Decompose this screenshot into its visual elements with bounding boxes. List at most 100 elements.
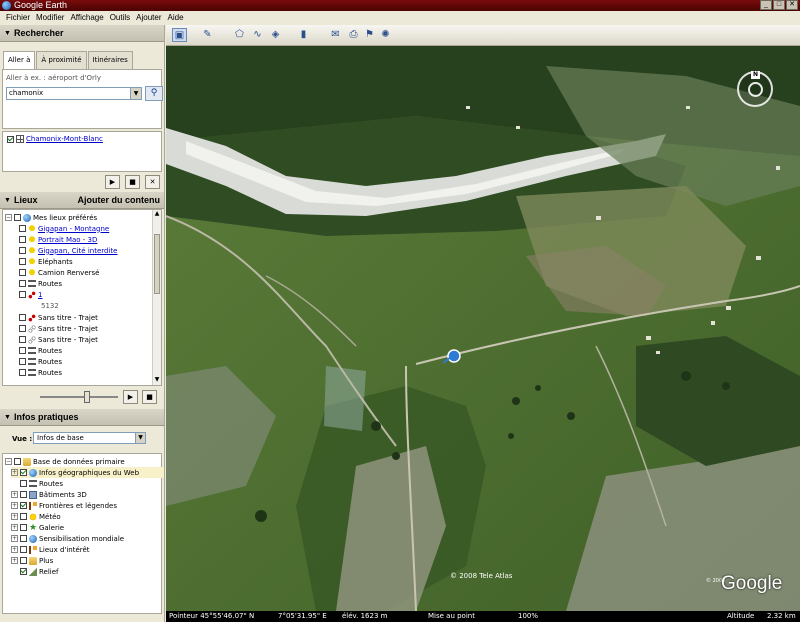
list-item[interactable]: Relief	[20, 566, 59, 577]
item-checkbox[interactable]	[19, 258, 26, 265]
result-checkbox[interactable]	[7, 135, 14, 143]
list-item[interactable]: Eléphants	[19, 256, 73, 267]
expand-icon[interactable]: +	[11, 557, 18, 564]
item-checkbox[interactable]	[19, 225, 26, 232]
menu-outils[interactable]: Outils	[107, 11, 133, 25]
list-item[interactable]: Routes	[19, 278, 62, 289]
list-item[interactable]: Routes	[19, 367, 62, 378]
result-link[interactable]: Chamonix-Mont-Blanc	[26, 135, 103, 143]
item-checkbox[interactable]	[19, 280, 26, 287]
chevron-down-icon[interactable]: ▼	[130, 88, 141, 99]
list-item[interactable]: Camion Renversé	[19, 267, 99, 278]
path-tool-icon[interactable]: ∿	[250, 28, 265, 42]
clear-button[interactable]: ✕	[145, 175, 160, 189]
scroll-up-icon[interactable]: ▲	[153, 210, 161, 219]
item-checkbox[interactable]	[20, 535, 27, 542]
menu-fichier[interactable]: Fichier	[3, 11, 33, 25]
view-dropdown[interactable]: Infos de base ▼	[33, 432, 146, 444]
chevron-down-icon[interactable]: ▼	[135, 433, 145, 443]
list-item[interactable]: Portrait Mao - 3D	[19, 234, 97, 245]
opacity-slider-track[interactable]	[40, 396, 118, 398]
polygon-icon[interactable]: ⬠	[232, 28, 247, 42]
print-icon[interactable]: ⎙	[346, 28, 361, 42]
tab-itineraires[interactable]: Itinéraires	[87, 51, 133, 69]
look-joystick-icon[interactable]	[748, 82, 763, 97]
expand-icon[interactable]: +	[11, 469, 18, 476]
list-item[interactable]: 1	[19, 289, 42, 300]
list-item[interactable]: + Bâtiments 3D	[11, 489, 87, 500]
item-checkbox[interactable]	[20, 480, 27, 487]
sky-icon[interactable]: ✺	[378, 28, 393, 42]
stop-button[interactable]: ■	[125, 175, 140, 189]
expand-icon[interactable]: +	[11, 513, 18, 520]
item-checkbox[interactable]	[20, 524, 27, 531]
tab-a-proximite[interactable]: À proximité	[36, 51, 87, 69]
menu-aide[interactable]: Aide	[165, 11, 187, 25]
item-checkbox[interactable]	[19, 347, 26, 354]
list-item[interactable]: + Infos géographiques du Web	[11, 467, 164, 478]
item-checkbox[interactable]	[20, 568, 27, 575]
item-checkbox[interactable]	[19, 358, 26, 365]
list-item[interactable]: − Base de données primaire	[5, 456, 125, 467]
tab-aller-a[interactable]: Aller à	[3, 51, 36, 70]
list-item[interactable]: Sans titre - Trajet	[19, 312, 98, 323]
list-item[interactable]: Sans titre - Trajet	[19, 334, 98, 345]
expand-icon[interactable]: +	[11, 491, 18, 498]
map-view[interactable]: N © 2008 Tele Atlas © 2008 Google	[166, 46, 800, 611]
item-checkbox[interactable]	[19, 236, 26, 243]
list-item[interactable]: + Sensibilisation mondiale	[11, 533, 124, 544]
maps-icon[interactable]: ⚑	[362, 28, 377, 42]
places-scrollbar[interactable]: ▲ ▼	[152, 210, 161, 385]
play-tour-button[interactable]: ▶	[123, 390, 138, 404]
collapse-triangle-icon[interactable]: ▼	[4, 25, 11, 42]
menu-affichage[interactable]: Affichage	[67, 11, 106, 25]
item-checkbox[interactable]	[20, 546, 27, 553]
item-checkbox[interactable]	[19, 291, 26, 298]
scroll-thumb[interactable]	[154, 234, 160, 294]
location-marker-icon[interactable]	[443, 348, 461, 364]
list-item[interactable]: Routes	[20, 478, 63, 489]
maximize-button[interactable]: □	[773, 0, 785, 10]
north-indicator[interactable]: N	[751, 71, 760, 79]
add-content-button[interactable]: Ajouter du contenu	[78, 192, 161, 209]
list-item[interactable]: Gigapan, Cité interdite	[19, 245, 117, 256]
place-label[interactable]: Gigapan - Montagne	[38, 225, 109, 233]
item-checkbox[interactable]	[20, 491, 27, 498]
item-checkbox[interactable]	[20, 502, 27, 509]
navigation-compass[interactable]: N	[737, 71, 773, 107]
item-checkbox[interactable]	[20, 513, 27, 520]
layers-panel-header[interactable]: ▼ Infos pratiques	[0, 409, 164, 426]
list-item[interactable]: + Lieux d'intérêt	[11, 544, 90, 555]
menu-ajouter[interactable]: Ajouter	[133, 11, 164, 25]
item-checkbox[interactable]	[19, 247, 26, 254]
place-label[interactable]: Portrait Mao - 3D	[38, 236, 97, 244]
place-label[interactable]: Gigapan, Cité interdite	[38, 247, 117, 255]
play-button[interactable]: ▶	[105, 175, 120, 189]
search-panel-header[interactable]: ▼ Rechercher	[0, 25, 164, 42]
sidebar-toggle-icon[interactable]: ▣	[172, 28, 187, 42]
expand-icon[interactable]: +	[11, 546, 18, 553]
collapse-icon[interactable]: −	[5, 214, 12, 221]
item-checkbox[interactable]	[14, 458, 21, 465]
list-item[interactable]: + ★ Galerie	[11, 522, 64, 533]
list-item[interactable]: − Mes lieux préférés	[5, 212, 97, 223]
item-checkbox[interactable]	[19, 269, 26, 276]
search-button[interactable]: ⚲	[145, 86, 163, 101]
list-item[interactable]: Routes	[19, 345, 62, 356]
list-item[interactable]: Gigapan - Montagne	[19, 223, 109, 234]
email-icon[interactable]: ✉	[328, 28, 343, 42]
opacity-slider-knob[interactable]	[84, 391, 90, 403]
scroll-down-icon[interactable]: ▼	[153, 376, 161, 385]
collapse-triangle-icon[interactable]: ▼	[4, 192, 11, 209]
expand-icon[interactable]: +	[11, 502, 18, 509]
places-panel-header[interactable]: ▼ Lieux Ajouter du contenu	[0, 192, 164, 209]
image-overlay-icon[interactable]: ◈	[268, 28, 283, 42]
collapse-icon[interactable]: −	[5, 458, 12, 465]
list-item[interactable]: Chamonix-Mont-Blanc	[7, 135, 103, 143]
item-checkbox[interactable]	[19, 314, 26, 321]
close-window-button[interactable]: ✕	[786, 0, 798, 10]
item-checkbox[interactable]	[20, 557, 27, 564]
expand-icon[interactable]: +	[11, 535, 18, 542]
item-checkbox[interactable]	[20, 469, 27, 476]
item-checkbox[interactable]	[19, 325, 26, 332]
